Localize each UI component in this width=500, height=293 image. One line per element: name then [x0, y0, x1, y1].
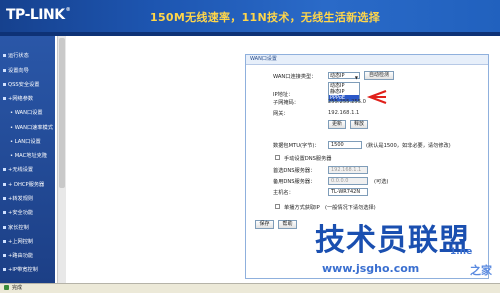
dns2-input[interactable]: 0.0.0.0	[328, 177, 368, 185]
brand-logo: TP-LINK®	[6, 7, 71, 23]
sidebar-item-dhcp[interactable]: + DHCP服务器	[3, 181, 44, 188]
sidebar-item-network[interactable]: +网络参数	[3, 95, 33, 102]
sidebar-item-security[interactable]: +安全功能	[3, 209, 33, 216]
sidebar-item-access-control[interactable]: +上网控制	[3, 238, 33, 245]
sidebar-item-qss[interactable]: QSS安全设置	[3, 81, 39, 88]
hostname-input[interactable]: TL-WR742N	[328, 188, 368, 196]
dns2-hint: (可选)	[374, 179, 389, 185]
bullet-icon	[3, 168, 6, 171]
bullet-icon	[3, 211, 6, 214]
sidebar-item-wan-speed[interactable]: • WAN口速率模式	[10, 124, 53, 131]
bullet-icon	[3, 97, 6, 100]
bullet-icon	[3, 69, 6, 72]
bullet-icon	[3, 254, 6, 257]
dns1-input[interactable]: 192.168.1.1	[328, 166, 368, 174]
unicast-checkbox[interactable]	[275, 204, 280, 209]
manual-dns-label: 手动设置DNS服务器	[284, 156, 332, 162]
chevron-down-icon: ▼	[354, 75, 358, 80]
release-button[interactable]: 释放	[350, 120, 368, 129]
bullet-icon	[3, 226, 6, 229]
manual-dns-checkbox[interactable]	[275, 155, 280, 160]
sidebar-item-status[interactable]: 运行状态	[3, 52, 29, 59]
conn-type-label: WAN口连接类型：	[273, 74, 317, 80]
sidebar-item-forwarding[interactable]: +转发规则	[3, 195, 33, 202]
bullet-icon	[3, 197, 6, 200]
sidebar-item-bandwidth[interactable]: +IP带宽控制	[3, 266, 38, 273]
unicast-label: 单播方式获取IP (一般情况下请勿选择)	[284, 205, 376, 211]
bullet-icon	[3, 268, 6, 271]
auto-detect-button[interactable]: 自动检测	[364, 71, 394, 80]
bullet-icon	[3, 240, 6, 243]
bullet-icon	[3, 83, 6, 86]
sidebar-item-wizard[interactable]: 设置向导	[3, 67, 29, 74]
sidebar-item-lan[interactable]: • LAN口设置	[10, 138, 41, 145]
renew-button[interactable]: 更新	[328, 120, 346, 129]
panel-title: WAN口设置	[246, 55, 488, 65]
sidebar-item-wireless[interactable]: +无线设置	[3, 166, 33, 173]
mtu-hint: (默认是1500，如非必要，请勿修改)	[366, 143, 451, 149]
page-icon	[4, 285, 9, 290]
hostname-label: 主机名：	[273, 190, 294, 196]
watermark-logo: 技术员联盟	[315, 223, 470, 258]
bullet-icon	[3, 183, 6, 186]
sidebar-item-wan[interactable]: • WAN口设置	[10, 109, 43, 116]
sidebar-scrollbar[interactable]	[57, 36, 66, 283]
save-button[interactable]: 保存	[255, 220, 274, 229]
status-text: 完成	[12, 285, 23, 291]
sidebar-menu: 运行状态 设置向导 QSS安全设置 +网络参数 • WAN口设置 • WAN口速…	[0, 36, 55, 283]
gateway-value: 192.168.1.1	[328, 110, 360, 116]
dns2-label: 备用DNS服务器：	[273, 179, 316, 185]
ip-label: IP地址：	[273, 92, 294, 98]
mask-label: 子网掩码：	[273, 100, 299, 106]
conn-type-select[interactable]: 动态IP ▼	[328, 72, 360, 80]
dns1-label: 首选DNS服务器：	[273, 168, 316, 174]
top-banner: TP-LINK® 150M无线速率，11N技术，无线生活新选择	[0, 0, 500, 36]
watermark-home: 之家	[470, 264, 492, 277]
watermark-side-text: 1.ne	[450, 247, 473, 257]
gateway-label: 网关：	[273, 111, 289, 117]
scrollbar-thumb[interactable]	[59, 38, 65, 188]
bullet-icon	[3, 54, 6, 57]
mtu-label: 数据包MTU(字节)：	[273, 143, 320, 149]
mask-value: 255.255.255.0	[328, 99, 366, 105]
help-button[interactable]: 帮助	[278, 220, 297, 229]
sidebar-item-mac-clone[interactable]: • MAC地址克隆	[10, 152, 47, 159]
banner-slogan: 150M无线速率，11N技术，无线生活新选择	[150, 11, 381, 24]
sidebar-item-routing[interactable]: +路由功能	[3, 252, 33, 259]
sidebar-item-parental[interactable]: 家长控制	[3, 224, 29, 231]
mtu-input[interactable]: 1500	[328, 141, 362, 149]
watermark-url: www.jsgho.com	[322, 262, 420, 275]
